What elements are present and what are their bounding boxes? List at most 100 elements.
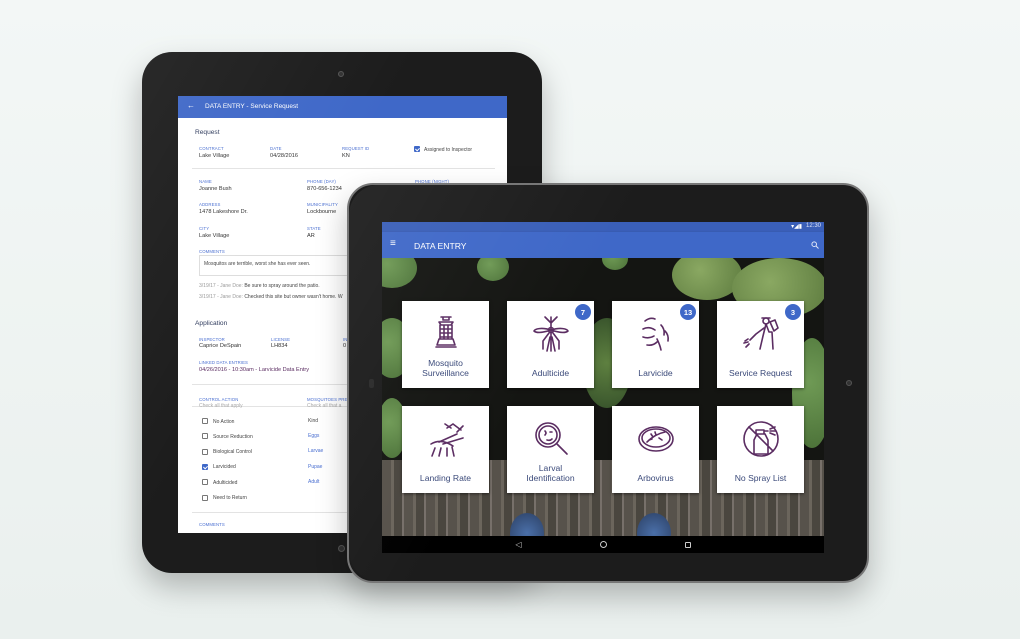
tile-label: Larval Identification [526, 463, 575, 483]
address-label: ADDRESS [199, 202, 221, 207]
state-label: STATE [307, 226, 321, 231]
side-button[interactable] [369, 379, 374, 388]
comments-text: Mosquitos are terrible, worst she has ev… [204, 261, 311, 267]
contract-label: CONTRACT [199, 146, 224, 151]
comments-label: COMMENTS [199, 249, 225, 254]
checkbox-label: Adulticided [213, 479, 238, 486]
status-bar: 12:30 ▾◢▮ [382, 222, 824, 232]
assigned-label: Assigned to Inspector [424, 147, 473, 153]
section-application: Application [195, 320, 228, 327]
checkbox-need-to-return[interactable] [202, 494, 208, 501]
city-value[interactable]: Lake Village [199, 233, 229, 239]
phone-day-value[interactable]: 870-656-1234 [307, 186, 342, 192]
mosquitoes-hint: Check all that a [307, 403, 342, 409]
tile-mosquito-surveillance[interactable]: Mosquito Surveillance [402, 301, 489, 388]
page-title: DATA ENTRY [414, 241, 467, 251]
back-arrow-icon[interactable]: ← [187, 101, 195, 110]
tile-label: Arbovirus [637, 472, 674, 483]
tile-arbovirus[interactable]: Arbovirus [612, 406, 699, 493]
mosquito-stage-option[interactable]: Eggs [308, 433, 319, 439]
mosquito-trap-icon [435, 316, 457, 348]
mosquito-stage-option[interactable]: Pupae [308, 464, 322, 470]
app-comments-label: COMMENTS [199, 522, 225, 527]
sprayer-person-icon [743, 317, 779, 350]
state-value[interactable]: AR [307, 233, 315, 239]
checkbox-biological-control[interactable] [202, 448, 208, 455]
tile-landing-rate[interactable]: Landing Rate [402, 406, 489, 493]
name-label: NAME [199, 179, 212, 184]
checkbox-label: Need to Return [213, 495, 247, 501]
search-icon[interactable] [811, 241, 819, 249]
camera [338, 71, 344, 77]
tile-no-spray-list[interactable]: No Spray List [717, 406, 804, 493]
license-label: LICENSE [271, 337, 291, 342]
tile-label: Mosquito Surveillance [422, 358, 469, 378]
tile-larvicide[interactable]: Larvicide 13 [612, 301, 699, 388]
android-nav-bar: ◁ [382, 536, 824, 553]
contract-value[interactable]: Lake Village [199, 153, 229, 159]
request-id-label: REQUEST ID [342, 146, 370, 151]
checkbox-label: Biological Control [213, 449, 252, 456]
section-request: Request [195, 129, 220, 136]
checkbox-source-reduction[interactable] [202, 433, 208, 440]
status-time: 12:30 [805, 223, 821, 229]
landing-mosquitoes-icon [430, 423, 464, 457]
data-entry-screen: 12:30 ▾◢▮ ≡ DATA ENTRY Mosquito Surveill… [382, 222, 824, 553]
petri-dish-icon [638, 426, 674, 452]
checkbox-adulticided[interactable] [202, 479, 208, 486]
front-tablet: 12:30 ▾◢▮ ≡ DATA ENTRY Mosquito Surveill… [347, 183, 869, 583]
checkbox-label: No Action [213, 418, 235, 425]
checkbox-label: Source Reduction [213, 433, 253, 440]
control-action-hint: Check all that apply [199, 403, 243, 409]
address-value[interactable]: 1478 Lakeshore Dr. [199, 209, 248, 215]
divider [192, 168, 495, 169]
tile-label: Larvicide [638, 367, 673, 378]
no-spray-icon [743, 421, 779, 457]
checkbox-no-action[interactable] [202, 418, 208, 424]
checkbox-larvicided[interactable] [202, 463, 208, 470]
note-2: 3/19/17 - Jane Doe: Checked this site bu… [199, 294, 343, 300]
checkbox-label: Larvicided [213, 464, 236, 471]
tile-label: Service Request [728, 367, 793, 378]
tile-label: No Spray List [734, 472, 787, 483]
count-badge: 13 [680, 304, 696, 320]
larvae-icon [642, 317, 669, 351]
tile-adulticide[interactable]: Adulticide 7 [507, 301, 594, 388]
mosquitoes-label: MOSQUITOES PRE [307, 397, 348, 402]
name-value[interactable]: Joanne Bush [199, 186, 232, 192]
license-value[interactable]: LH834 [271, 343, 287, 349]
city-label: CITY [199, 226, 210, 231]
app-bar: ← DATA ENTRY - Service Request [178, 96, 507, 118]
inspector-label: INSPECTOR [199, 337, 225, 342]
field-value: 0 [343, 343, 347, 349]
municipality-label: MUNICIPALITY [307, 202, 338, 207]
mosquito-stage-option[interactable]: Adult [308, 479, 319, 485]
nav-home-icon[interactable] [599, 541, 607, 548]
linked-entry-link[interactable]: 04/26/2016 - 10:30am - Larvicide Data En… [199, 367, 309, 373]
signal-battery-icon: ▾◢▮ [791, 224, 802, 230]
mosquito-stage-option[interactable]: Larvae [308, 448, 323, 454]
note-1: 3/19/17 - Jane Doe: Be sure to spray aro… [199, 283, 320, 289]
linked-entries-label: LINKED DATA ENTRIES [199, 360, 249, 365]
control-action-label: CONTROL ACTION [199, 397, 239, 402]
tile-service-request[interactable]: Service Request 3 [717, 301, 804, 388]
nav-back-icon[interactable]: ◁ [515, 540, 521, 549]
assigned-checkbox[interactable] [414, 146, 420, 152]
request-id-value[interactable]: KN [342, 153, 350, 159]
home-button[interactable] [338, 545, 345, 552]
camera [846, 380, 852, 386]
tile-label: Landing Rate [419, 472, 472, 483]
kind-header: Kind [308, 418, 319, 424]
municipality-value[interactable]: Lockbourne [307, 209, 336, 215]
background-photo [382, 258, 824, 536]
nav-recents-icon[interactable] [684, 541, 691, 548]
mosquito-icon [533, 316, 569, 352]
tile-label: Adulticide [531, 367, 570, 378]
count-badge: 3 [785, 304, 801, 320]
hamburger-icon[interactable]: ≡ [390, 238, 396, 249]
date-value[interactable]: 04/28/2016 [270, 153, 298, 159]
tile-larval-identification[interactable]: Larval Identification [507, 406, 594, 493]
inspector-value[interactable]: Caprice DeSpain [199, 343, 241, 349]
phone-day-label: PHONE (DAY) [307, 179, 336, 184]
date-label: DATE [270, 146, 282, 151]
